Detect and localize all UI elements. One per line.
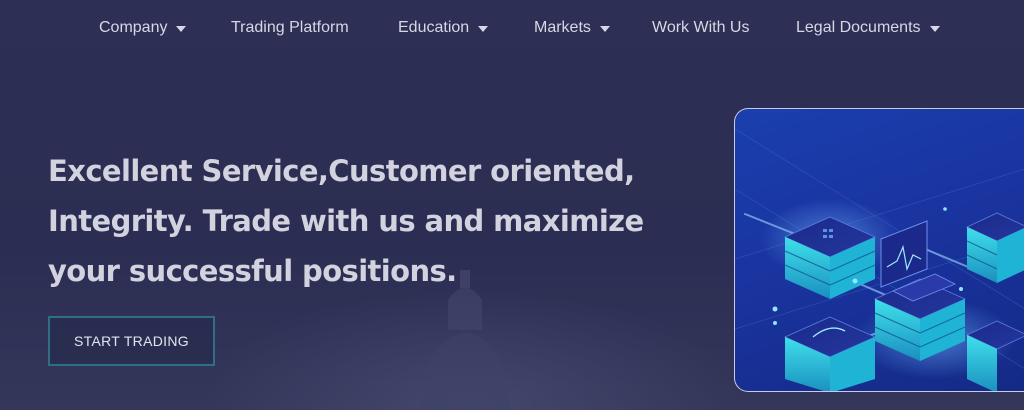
isometric-servers-illustration: [734, 108, 1024, 392]
nav-item-label: Company: [99, 19, 168, 36]
nav-item-markets[interactable]: Markets: [534, 18, 610, 38]
nav-item-legal-documents[interactable]: Legal Documents: [796, 18, 940, 38]
nav-item-work-with-us[interactable]: Work With Us: [652, 18, 749, 38]
server-stack-right: [966, 212, 1024, 283]
nav-item-label: Markets: [534, 19, 591, 36]
nav-item-company[interactable]: Company: [99, 18, 187, 38]
chevron-down-icon: [599, 26, 610, 32]
chevron-down-icon: [176, 26, 187, 32]
nav-item-label: Trading Platform: [231, 19, 349, 36]
nav-item-label: Legal Documents: [796, 19, 921, 36]
nav-item-trading-platform[interactable]: Trading Platform: [231, 18, 349, 38]
chevron-down-icon: [478, 26, 489, 32]
server-stack-bottom-right: [966, 320, 1024, 391]
hero-title: Excellent Service,Customer oriented, Int…: [48, 154, 644, 288]
nav-item-education[interactable]: Education: [398, 18, 489, 38]
servers-icon: [735, 128, 1024, 391]
nav-item-label: Education: [398, 19, 470, 36]
server-stack-center: [874, 220, 966, 361]
chevron-down-icon: [929, 26, 940, 32]
main-navigation: Company Trading Platform Education Marke…: [0, 0, 1024, 56]
nav-item-label: Work With Us: [652, 19, 750, 36]
start-trading-button[interactable]: START TRADING: [48, 316, 215, 366]
